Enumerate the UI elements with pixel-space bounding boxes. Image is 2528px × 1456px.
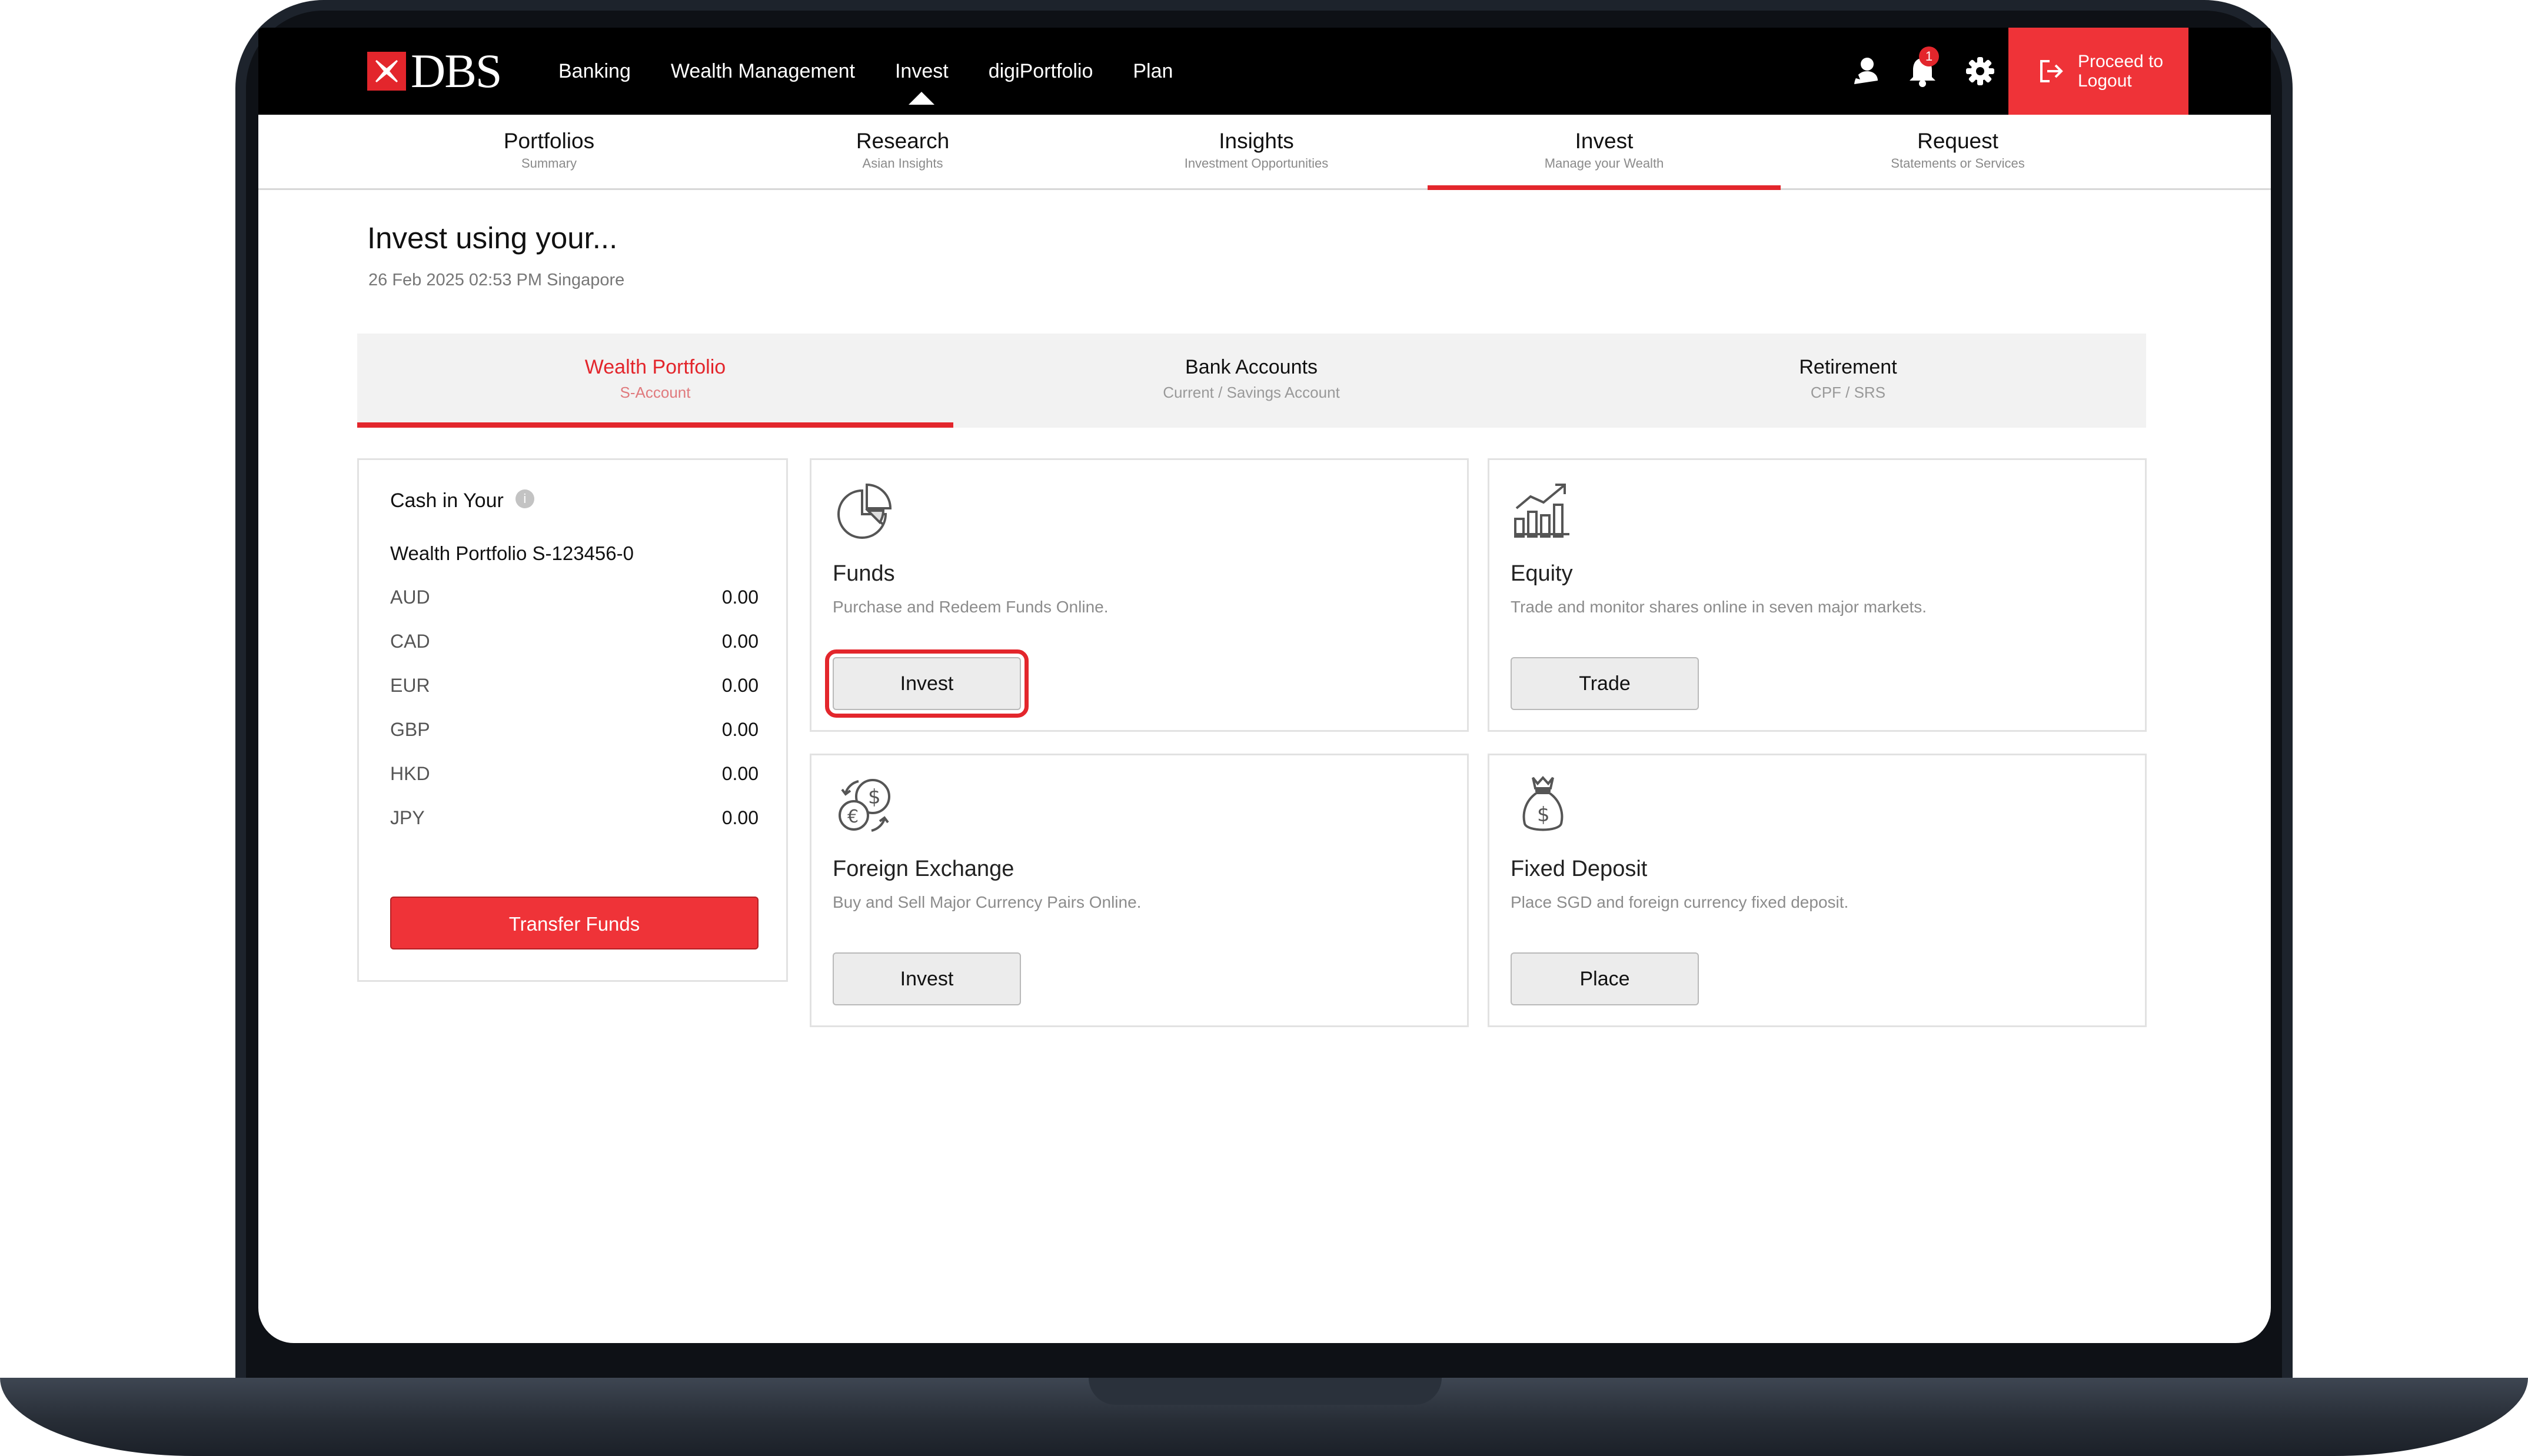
- fixed-deposit-place-button[interactable]: Place: [1511, 952, 1699, 1005]
- nav-invest[interactable]: Invest: [895, 60, 949, 105]
- cash-panel-title: Cash in Your: [390, 489, 504, 512]
- funds-invest-button[interactable]: Invest: [825, 649, 1029, 718]
- currency-code: AUD: [390, 587, 430, 608]
- dbs-logo[interactable]: DBS: [367, 44, 503, 98]
- svg-text:€: €: [847, 807, 859, 827]
- main-navigation: Banking Wealth Management Invest digiPor…: [558, 28, 1213, 115]
- currency-row: AUD 0.00: [390, 587, 759, 616]
- nav-banking[interactable]: Banking: [558, 60, 631, 83]
- currency-row: CAD 0.00: [390, 631, 759, 660]
- nav-digiportfolio[interactable]: digiPortfolio: [989, 60, 1093, 83]
- currency-amount: 0.00: [721, 675, 759, 696]
- tab-title: Bank Accounts: [1185, 356, 1318, 378]
- user-profile-icon[interactable]: [1847, 54, 1882, 89]
- product-name: Equity: [1511, 561, 1573, 586]
- dbs-star-icon: [367, 52, 406, 91]
- tab-title: Portfolios: [503, 129, 595, 153]
- tab-request[interactable]: Request Statements or Services: [1781, 115, 2134, 188]
- currency-amount: 0.00: [721, 719, 759, 740]
- fixed-deposit-card: $ Fixed Deposit Place SGD and foreign cu…: [1488, 754, 2147, 1027]
- product-description: Trade and monitor shares online in seven…: [1511, 598, 1927, 616]
- nav-plan[interactable]: Plan: [1133, 60, 1173, 83]
- tab-subtitle: Manage your Wealth: [1544, 156, 1664, 171]
- tab-insights[interactable]: Insights Investment Opportunities: [1080, 115, 1433, 188]
- currency-code: JPY: [390, 807, 425, 828]
- settings-gear-icon[interactable]: [1962, 54, 1998, 89]
- account-type-tabs: Wealth Portfolio S-Account Bank Accounts…: [357, 334, 2146, 428]
- product-description: Buy and Sell Major Currency Pairs Online…: [833, 893, 1142, 911]
- currency-row: EUR 0.00: [390, 675, 759, 704]
- logout-icon: [2040, 60, 2063, 82]
- tab-title: Insights: [1219, 129, 1294, 153]
- transfer-funds-button[interactable]: Transfer Funds: [390, 897, 759, 949]
- currency-code: HKD: [390, 763, 430, 784]
- currency-code: GBP: [390, 719, 430, 740]
- logo-text: DBS: [411, 44, 503, 98]
- product-name: Funds: [833, 561, 895, 586]
- nav-icon-group: 1: [1847, 46, 2020, 89]
- tab-retirement[interactable]: Retirement CPF / SRS: [1550, 334, 2146, 428]
- tab-subtitle: CPF / SRS: [1810, 384, 1886, 401]
- info-icon[interactable]: i: [515, 489, 534, 508]
- tab-subtitle: S-Account: [620, 384, 691, 401]
- currency-code: EUR: [390, 675, 430, 696]
- notification-bell-icon[interactable]: 1: [1905, 46, 1940, 89]
- tab-portfolios[interactable]: Portfolios Summary: [372, 115, 726, 188]
- page-timestamp: 26 Feb 2025 02:53 PM Singapore: [368, 271, 625, 289]
- page-title: Invest using your...: [367, 221, 618, 255]
- pie-chart-icon: [833, 478, 897, 542]
- proceed-to-logout-button[interactable]: Proceed to Logout: [2008, 28, 2188, 115]
- bar-chart-icon: [1511, 478, 1575, 542]
- tab-title: Research: [856, 129, 950, 153]
- tab-subtitle: Asian Insights: [862, 156, 943, 171]
- screen: DBS Banking Wealth Management Invest dig…: [258, 28, 2271, 1343]
- tab-title: Wealth Portfolio: [584, 356, 726, 378]
- section-tabs: Portfolios Summary Research Asian Insigh…: [258, 115, 2271, 190]
- tab-subtitle: Current / Savings Account: [1163, 384, 1340, 401]
- tab-invest[interactable]: Invest Manage your Wealth: [1428, 115, 1781, 190]
- equity-card: Equity Trade and monitor shares online i…: [1488, 458, 2147, 732]
- tab-title: Invest: [1575, 129, 1634, 153]
- tab-wealth-portfolio[interactable]: Wealth Portfolio S-Account: [357, 334, 953, 428]
- tab-bank-accounts[interactable]: Bank Accounts Current / Savings Account: [953, 334, 1549, 428]
- funds-card: Funds Purchase and Redeem Funds Online. …: [810, 458, 1469, 732]
- equity-trade-button[interactable]: Trade: [1511, 657, 1699, 710]
- currency-row: HKD 0.00: [390, 763, 759, 792]
- fx-invest-button[interactable]: Invest: [833, 952, 1021, 1005]
- currency-row: JPY 0.00: [390, 807, 759, 837]
- svg-text:$: $: [868, 785, 881, 809]
- cash-panel-heading: Cash in Your i: [390, 489, 534, 512]
- currency-amount: 0.00: [721, 587, 759, 608]
- product-description: Place SGD and foreign currency fixed dep…: [1511, 893, 1849, 911]
- cash-balance-panel: Cash in Your i Wealth Portfolio S-123456…: [357, 458, 788, 982]
- tab-subtitle: Investment Opportunities: [1184, 156, 1329, 171]
- top-navigation-bar: DBS Banking Wealth Management Invest dig…: [258, 28, 2271, 115]
- foreign-exchange-card: $ € Foreign Exchange Buy and Sell Major …: [810, 754, 1469, 1027]
- nav-wealth-management[interactable]: Wealth Management: [671, 60, 855, 83]
- tab-subtitle: Statements or Services: [1891, 156, 2025, 171]
- currency-exchange-icon: $ €: [833, 773, 897, 838]
- product-description: Purchase and Redeem Funds Online.: [833, 598, 1109, 616]
- tab-subtitle: Summary: [521, 156, 577, 171]
- laptop-notch: [1089, 1378, 1442, 1405]
- currency-amount: 0.00: [721, 763, 759, 784]
- currency-row: GBP 0.00: [390, 719, 759, 748]
- svg-text:$: $: [1537, 803, 1550, 827]
- money-bag-icon: $: [1511, 773, 1575, 838]
- currency-amount: 0.00: [721, 807, 759, 828]
- tab-title: Request: [1917, 129, 1998, 153]
- cash-account-name: Wealth Portfolio S-123456-0: [390, 542, 634, 564]
- tab-title: Retirement: [1799, 356, 1897, 378]
- logout-label: Proceed to Logout: [2078, 52, 2164, 91]
- product-name: Fixed Deposit: [1511, 857, 1648, 881]
- tab-research[interactable]: Research Asian Insights: [726, 115, 1079, 188]
- notification-badge: 1: [1919, 46, 1939, 66]
- currency-code: CAD: [390, 631, 430, 652]
- product-name: Foreign Exchange: [833, 857, 1014, 881]
- currency-amount: 0.00: [721, 631, 759, 652]
